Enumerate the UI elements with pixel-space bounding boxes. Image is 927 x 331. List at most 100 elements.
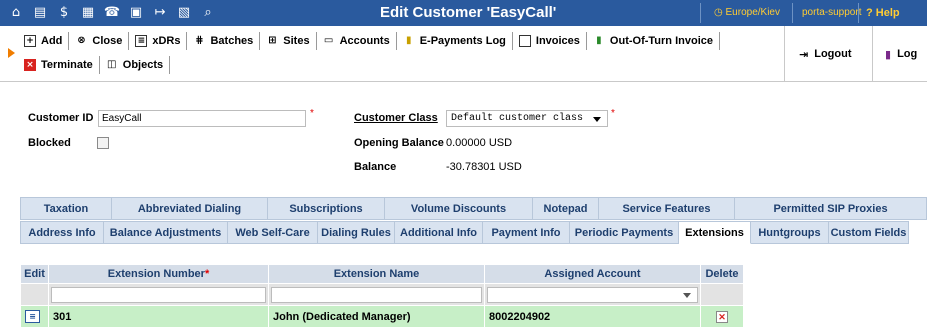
tab-custom-fields[interactable]: Custom Fields (829, 221, 909, 244)
opening-balance-label: Opening Balance (354, 137, 444, 149)
required-mark: * (310, 108, 314, 119)
xdrs-icon: ≡ (135, 35, 148, 47)
tab-abbreviated-dialing[interactable]: Abbreviated Dialing (112, 197, 268, 220)
extensions-table: Edit Extension Number* Extension Name As… (20, 264, 744, 328)
blocked-checkbox[interactable] (97, 137, 109, 149)
add-icon: + (24, 35, 36, 47)
grid-icon[interactable]: ▦ (78, 4, 98, 22)
extensions-table-wrap: Edit Extension Number* Extension Name As… (20, 264, 744, 328)
logout-icon: ⇥ (799, 47, 809, 61)
table-row: ≡ 301 John (Dedicated Manager) 800220490… (20, 305, 744, 328)
close-button[interactable]: ⊗ Close (69, 32, 130, 50)
customer-form: Customer ID EasyCall * Blocked Customer … (0, 82, 927, 190)
tab-subscriptions[interactable]: Subscriptions (268, 197, 385, 220)
filter-cell (268, 283, 485, 306)
tab-dialing-rules[interactable]: Dialing Rules (318, 221, 395, 244)
epayments-log-button[interactable]: ▮ E-Payments Log (397, 32, 513, 50)
dollar-icon[interactable]: $ (54, 4, 74, 22)
customer-id-input[interactable]: EasyCall (98, 110, 306, 127)
filter-cell (48, 283, 269, 306)
extension-name-cell: John (Dedicated Manager) (268, 305, 485, 328)
help-label: Help (875, 7, 900, 19)
extension-name-filter-input[interactable] (271, 286, 482, 303)
filter-cell-empty (20, 283, 49, 306)
help-link[interactable]: ? Help (866, 0, 900, 26)
batches-button[interactable]: ⋕ Batches (187, 32, 261, 50)
accounts-button[interactable]: ▭ Accounts (317, 32, 397, 50)
list-icon[interactable]: ▤ (30, 4, 50, 22)
accounts-button-label: Accounts (339, 35, 390, 47)
toolbar-collapse-arrow-icon[interactable] (8, 48, 15, 58)
col-header-extension-name[interactable]: Extension Name (268, 264, 485, 284)
customer-class-link[interactable]: Customer Class (354, 112, 438, 124)
delete-icon[interactable]: ✕ (716, 310, 728, 323)
divider (858, 3, 859, 23)
tab-huntgroups[interactable]: Huntgroups (751, 221, 829, 244)
top-nav-icons: ⌂ ▤ $ ▦ ☎ ▣ ↦ ▧ ⌕ (0, 0, 220, 26)
chart-icon[interactable]: ▧ (174, 4, 194, 22)
xdrs-button[interactable]: ≡ xDRs (129, 32, 188, 50)
tab-permitted-sip-proxies[interactable]: Permitted SIP Proxies (735, 197, 927, 220)
logout-button[interactable]: ⇥ Logout (784, 26, 864, 82)
toolbar-row-1: + Add ⊗ Close ≡ xDRs ⋕ Batches ⊞ Sites ▭ Accou… (22, 30, 720, 52)
tabs-row-2: Address Info Balance Adjustments Web Sel… (20, 221, 927, 244)
tab-payment-info[interactable]: Payment Info (483, 221, 570, 244)
tab-web-self-care[interactable]: Web Self-Care (228, 221, 318, 244)
tab-service-features[interactable]: Service Features (599, 197, 735, 220)
extension-number-filter-input[interactable] (51, 286, 266, 303)
tab-notepad[interactable]: Notepad (533, 197, 599, 220)
forward-icon[interactable]: ↦ (150, 4, 170, 22)
calls-icon[interactable]: ▣ (126, 4, 146, 22)
tab-periodic-payments[interactable]: Periodic Payments (570, 221, 679, 244)
accounts-icon: ▭ (323, 35, 334, 46)
invoices-button[interactable]: Invoices (513, 32, 587, 50)
epayments-log-button-label: E-Payments Log (419, 35, 506, 47)
user-link[interactable]: porta-support (802, 0, 861, 26)
filter-cell (484, 283, 701, 306)
batches-button-label: Batches (210, 35, 254, 47)
customer-class-select[interactable]: Default customer class (446, 110, 608, 127)
col-header-assigned-account[interactable]: Assigned Account (484, 264, 701, 284)
invoices-icon (518, 35, 531, 47)
batches-icon: ⋕ (195, 35, 204, 46)
assigned-account-filter-select[interactable] (487, 286, 698, 303)
objects-button-label: Objects (122, 59, 164, 71)
filter-row (20, 283, 744, 306)
tab-balance-adjustments[interactable]: Balance Adjustments (104, 221, 228, 244)
log-label: Log (897, 48, 918, 60)
balance-value: -30.78301 USD (446, 161, 522, 173)
objects-button[interactable]: ◫ Objects (100, 56, 171, 74)
epayments-icon: ▮ (405, 35, 412, 46)
sites-button-label: Sites (283, 35, 310, 47)
timezone-link[interactable]: ◷ Europe/Kiev (714, 0, 780, 26)
edit-icon[interactable]: ≡ (25, 310, 40, 323)
help-icon: ? (866, 7, 876, 19)
col-header-extension-number[interactable]: Extension Number* (48, 264, 269, 284)
chevron-down-icon (593, 117, 601, 122)
tab-extensions[interactable]: Extensions (679, 221, 751, 244)
customer-class-value: Default customer class (451, 113, 584, 124)
delete-cell: ✕ (700, 305, 744, 328)
tab-address-info[interactable]: Address Info (20, 221, 104, 244)
page-title: Edit Customer 'EasyCall' (380, 4, 557, 21)
terminate-button[interactable]: × Terminate (22, 56, 100, 74)
log-icon: ▮ (885, 47, 892, 61)
add-button[interactable]: + Add (22, 32, 70, 50)
phone-icon[interactable]: ☎ (102, 4, 122, 22)
timezone-label: Europe/Kiev (725, 7, 780, 18)
search-icon[interactable]: ⌕ (198, 4, 218, 22)
logout-label: Logout (814, 48, 852, 60)
tab-taxation[interactable]: Taxation (20, 197, 112, 220)
tab-volume-discounts[interactable]: Volume Discounts (385, 197, 533, 220)
objects-icon: ◫ (107, 59, 117, 70)
log-button[interactable]: ▮ Log (872, 26, 927, 82)
out-of-turn-invoice-button[interactable]: ▮ Out-Of-Turn Invoice (587, 32, 720, 50)
required-mark: * (611, 108, 615, 119)
required-mark: * (204, 268, 210, 280)
home-icon[interactable]: ⌂ (6, 4, 26, 22)
sites-button[interactable]: ⊞ Sites (260, 32, 317, 50)
tab-additional-info[interactable]: Additional Info (395, 221, 483, 244)
customer-id-label: Customer ID (28, 112, 94, 124)
terminate-icon: × (24, 59, 36, 71)
tabs-row-1: Taxation Abbreviated Dialing Subscriptio… (20, 197, 927, 220)
